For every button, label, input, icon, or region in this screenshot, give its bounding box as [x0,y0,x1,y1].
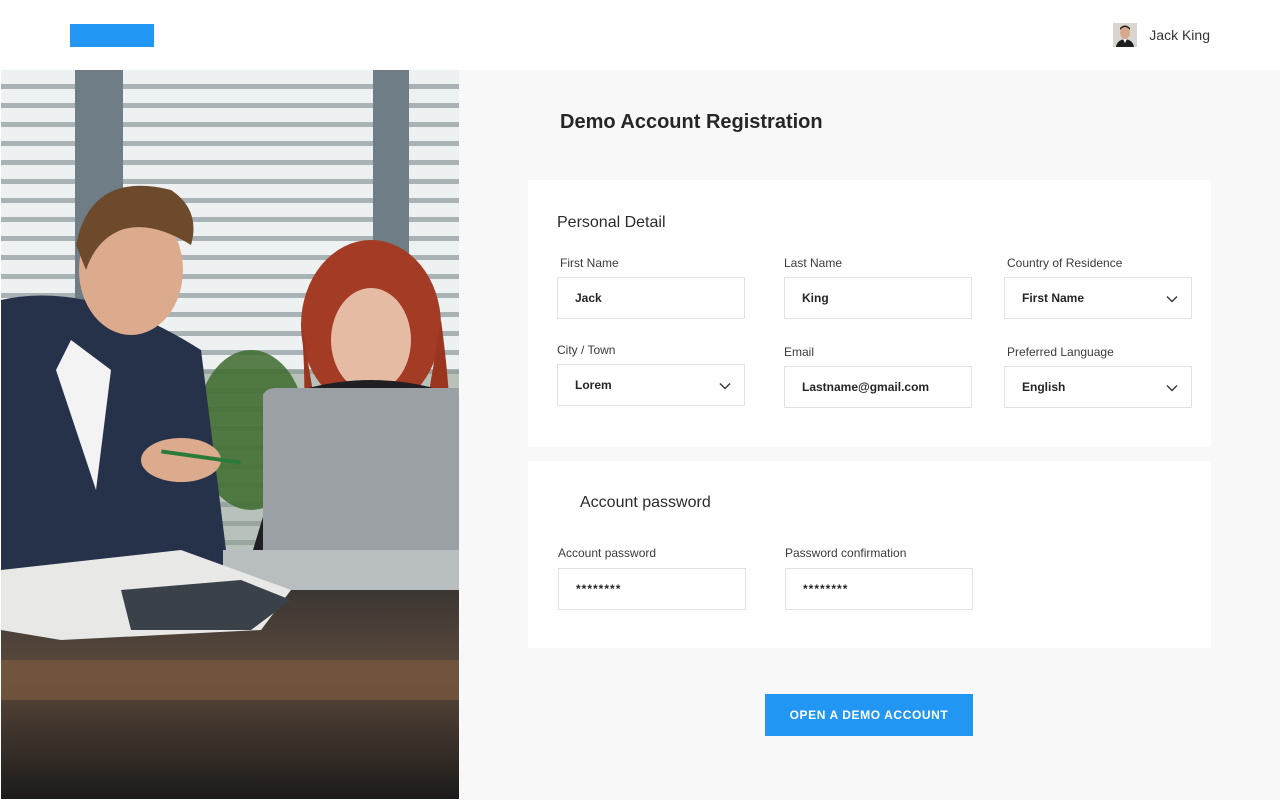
first-name-label: First Name [560,256,619,270]
language-select[interactable]: English [1004,366,1192,408]
personal-detail-card: Personal Detail First Name Jack Last Nam… [528,180,1211,447]
first-name-field[interactable]: Jack [557,277,745,319]
top-bar: Jack King [0,0,1280,70]
country-value: First Name [1022,291,1085,305]
section-title-account-password: Account password [580,494,711,511]
open-demo-account-button[interactable]: OPEN A DEMO ACCOUNT [765,694,973,736]
language-value: English [1022,380,1066,394]
password-label: Account password [558,546,657,560]
registration-panel: Demo Account Registration Personal Detai… [459,70,1280,800]
chevron-down-icon [1166,385,1178,392]
brand-logo[interactable] [70,24,154,47]
first-name-value: Jack [575,291,602,305]
last-name-field[interactable]: King [784,277,972,319]
password-confirmation-value: ******** [803,582,849,596]
account-password-card: Account password Account password ******… [528,461,1211,648]
city-label: City / Town [557,343,616,357]
country-label: Country of Residence [1007,256,1123,270]
page-title: Demo Account Registration [560,111,823,133]
hero-photo [1,70,459,799]
country-select[interactable]: First Name [1004,277,1192,319]
user-name: Jack King [1149,27,1210,43]
email-value: Lastname@gmail.com [802,380,930,394]
password-confirmation-label: Password confirmation [785,546,907,560]
avatar[interactable] [1113,23,1138,47]
password-field[interactable]: ******** [558,568,746,610]
chevron-down-icon [1166,296,1178,303]
email-field[interactable]: Lastname@gmail.com [784,366,972,408]
city-select[interactable]: Lorem [557,364,745,406]
user-profile[interactable]: Jack King [1113,22,1210,48]
chevron-down-icon [719,383,731,390]
password-confirmation-field[interactable]: ******** [785,568,973,610]
language-label: Preferred Language [1007,345,1114,359]
last-name-label: Last Name [784,256,843,270]
password-value: ******** [576,582,622,596]
email-label: Email [784,345,815,359]
city-value: Lorem [575,378,612,392]
last-name-value: King [802,291,829,305]
section-title-personal-detail: Personal Detail [557,214,666,231]
